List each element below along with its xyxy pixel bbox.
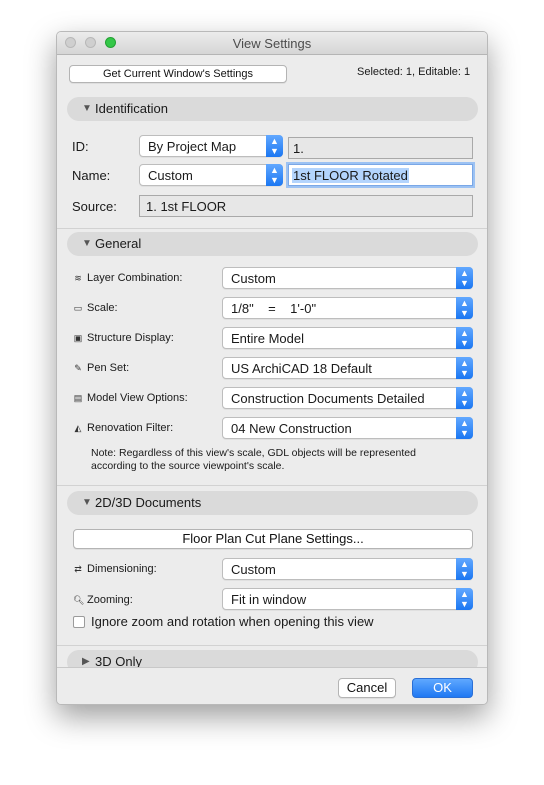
scale-note: Note: Regardless of this view's scale, G… bbox=[91, 447, 471, 473]
zooming-value: Fit in window bbox=[231, 592, 307, 607]
model-view-options-icon: ▤ bbox=[73, 393, 83, 403]
layer-combination-select[interactable]: Custom ▲ ▼ bbox=[222, 267, 473, 289]
separator bbox=[57, 645, 487, 646]
zoom-icon: 🔍︎ bbox=[73, 595, 85, 605]
name-input[interactable]: 1st FLOOR Rotated bbox=[288, 164, 473, 186]
model-view-options-label-text: Model View Options: bbox=[87, 392, 188, 404]
separator bbox=[57, 485, 487, 486]
pen-set-label: ✎ Pen Set: bbox=[73, 362, 129, 374]
identification-header-label: Identification bbox=[95, 101, 168, 116]
name-input-value: 1st FLOOR Rotated bbox=[292, 168, 409, 183]
layer-combination-label-text: Layer Combination: bbox=[87, 272, 183, 284]
window-title: View Settings bbox=[232, 36, 312, 51]
source-label: Source: bbox=[72, 199, 117, 214]
id-field[interactable]: 1. bbox=[288, 137, 473, 159]
zooming-label: 🔍︎ Zooming: bbox=[73, 594, 133, 606]
selection-status: Selected: 1, Editable: 1 bbox=[357, 66, 471, 78]
chevron-updown-icon: ▲ ▼ bbox=[456, 417, 473, 439]
chevron-updown-icon: ▲ ▼ bbox=[266, 135, 283, 157]
dialog-button-bar: Cancel OK bbox=[57, 667, 487, 704]
pen-set-label-text: Pen Set: bbox=[87, 362, 130, 374]
model-view-options-select[interactable]: Construction Documents Detailed ▲ ▼ bbox=[222, 387, 473, 409]
title-bar[interactable]: View Settings bbox=[57, 32, 487, 55]
source-field: 1. 1st FLOOR bbox=[139, 195, 473, 217]
ok-button[interactable]: OK bbox=[412, 678, 473, 698]
disclosure-triangle-right-icon: ▶ bbox=[82, 656, 90, 667]
scale-label-text: Scale: bbox=[87, 302, 118, 314]
dimensioning-value: Custom bbox=[231, 562, 276, 577]
pen-set-value: US ArchiCAD 18 Default bbox=[231, 361, 372, 376]
ignore-zoom-label[interactable]: Ignore zoom and rotation when opening th… bbox=[91, 614, 374, 629]
dimensioning-label: ⇄ Dimensioning: bbox=[73, 563, 157, 575]
model-view-options-value: Construction Documents Detailed bbox=[231, 391, 425, 406]
disclosure-triangle-down-icon: ▼ bbox=[82, 497, 92, 508]
structure-display-label-text: Structure Display: bbox=[87, 332, 174, 344]
scale-label: ▭ Scale: bbox=[73, 302, 118, 314]
name-mode-select[interactable]: Custom ▲ ▼ bbox=[139, 164, 283, 186]
name-label: Name: bbox=[72, 168, 111, 183]
layer-combination-label: ≋ Layer Combination: bbox=[73, 272, 182, 284]
scale-note-line: Note: Regardless of this view's scale, G… bbox=[91, 447, 416, 459]
layer-combination-value: Custom bbox=[231, 271, 276, 286]
renovation-filter-label-text: Renovation Filter: bbox=[87, 422, 174, 434]
chevron-updown-icon: ▲ ▼ bbox=[456, 267, 473, 289]
separator bbox=[57, 228, 487, 229]
renovation-filter-label: ◭ Renovation Filter: bbox=[73, 422, 174, 434]
id-field-value: 1. bbox=[293, 141, 304, 156]
chevron-updown-icon: ▲ ▼ bbox=[266, 164, 283, 186]
documents-section-header[interactable]: ▼ 2D/3D Documents bbox=[67, 491, 478, 515]
scale-icon: ▭ bbox=[73, 303, 83, 313]
zooming-label-text: Zooming: bbox=[87, 594, 133, 606]
chevron-updown-icon: ▲ ▼ bbox=[456, 558, 473, 580]
pen-set-select[interactable]: US ArchiCAD 18 Default ▲ ▼ bbox=[222, 357, 473, 379]
zooming-select[interactable]: Fit in window ▲ ▼ bbox=[222, 588, 473, 610]
name-mode-value: Custom bbox=[148, 168, 193, 183]
id-mode-value: By Project Map bbox=[148, 139, 237, 154]
scale-note-line: according to the source viewpoint's scal… bbox=[91, 460, 285, 472]
scale-select[interactable]: 1/8" = 1'-0" ▲ ▼ bbox=[222, 297, 473, 319]
id-label: ID: bbox=[72, 139, 89, 154]
view-settings-window: View Settings Get Current Window's Setti… bbox=[56, 31, 488, 705]
source-field-value: 1. 1st FLOOR bbox=[146, 199, 227, 214]
chevron-updown-icon: ▲ ▼ bbox=[456, 588, 473, 610]
chevron-updown-icon: ▲ ▼ bbox=[456, 297, 473, 319]
ignore-zoom-checkbox[interactable] bbox=[73, 616, 85, 628]
get-current-window-settings-button[interactable]: Get Current Window's Settings bbox=[69, 65, 287, 83]
renovation-filter-icon: ◭ bbox=[74, 423, 82, 433]
id-mode-select[interactable]: By Project Map ▲ ▼ bbox=[139, 135, 283, 157]
dimensioning-label-text: Dimensioning: bbox=[87, 563, 157, 575]
model-view-options-label: ▤ Model View Options: bbox=[73, 392, 188, 404]
general-header-label: General bbox=[95, 236, 142, 251]
chevron-updown-icon: ▲ ▼ bbox=[456, 387, 473, 409]
structure-display-select[interactable]: Entire Model ▲ ▼ bbox=[222, 327, 473, 349]
structure-display-label: ▣ Structure Display: bbox=[73, 332, 174, 344]
documents-header-label: 2D/3D Documents bbox=[95, 495, 202, 510]
floor-plan-cut-plane-settings-button[interactable]: Floor Plan Cut Plane Settings... bbox=[73, 529, 473, 549]
identification-section-header[interactable]: ▼ Identification bbox=[67, 97, 478, 121]
dimensioning-icon: ⇄ bbox=[74, 564, 82, 574]
dimensioning-select[interactable]: Custom ▲ ▼ bbox=[222, 558, 473, 580]
renovation-filter-select[interactable]: 04 New Construction ▲ ▼ bbox=[222, 417, 473, 439]
disclosure-triangle-down-icon: ▼ bbox=[82, 103, 92, 114]
renovation-filter-value: 04 New Construction bbox=[231, 421, 352, 436]
pen-set-icon: ✎ bbox=[74, 363, 82, 373]
general-section-header[interactable]: ▼ General bbox=[67, 232, 478, 256]
layer-combination-icon: ≋ bbox=[74, 273, 82, 283]
structure-display-value: Entire Model bbox=[231, 331, 304, 346]
cancel-button[interactable]: Cancel bbox=[338, 678, 396, 698]
chevron-updown-icon: ▲ ▼ bbox=[456, 327, 473, 349]
disclosure-triangle-down-icon: ▼ bbox=[82, 238, 92, 249]
chevron-updown-icon: ▲ ▼ bbox=[456, 357, 473, 379]
structure-display-icon: ▣ bbox=[73, 333, 83, 343]
scale-value: 1/8" = 1'-0" bbox=[231, 301, 317, 316]
